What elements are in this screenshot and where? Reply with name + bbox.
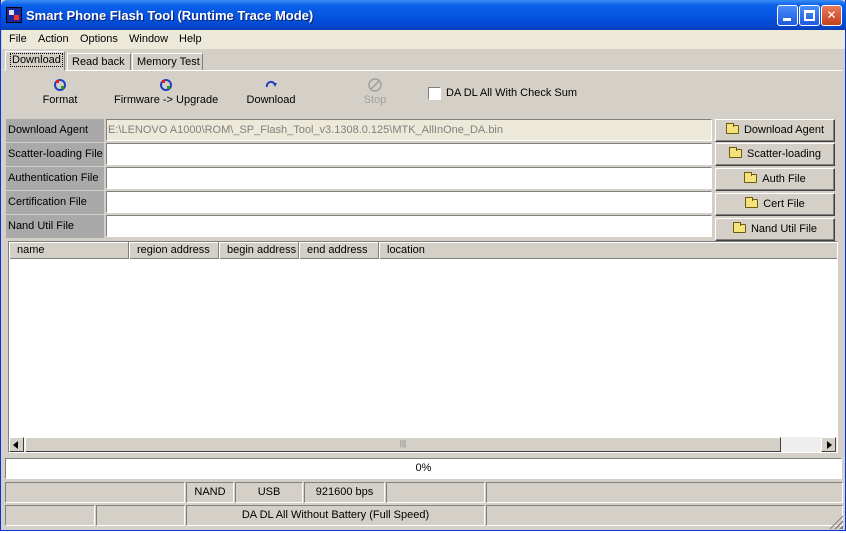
stop-label: Stop [363,94,387,106]
authentication-file-label: Authentication File [6,167,104,190]
nand-util-file-button[interactable]: Nand Util File [715,218,835,241]
folder-icon [744,172,758,183]
column-header-region-address[interactable]: region address [129,242,219,259]
authentication-file-field[interactable] [106,167,712,189]
scroll-right-icon[interactable] [821,437,836,452]
folder-icon [729,147,742,158]
nand-util-file-label: Nand Util File [6,215,104,238]
menu-window[interactable]: Window [129,33,168,45]
upgrade-icon [159,79,172,91]
status-connection: USB [235,482,303,503]
minimize-button[interactable] [777,5,798,26]
table-header: name region address begin address end ad… [9,242,837,259]
stop-icon [368,78,382,92]
nand-util-file-button-label: Nand Util File [750,223,818,235]
maximize-icon [804,10,815,21]
download-agent-field[interactable]: E:\LENOVO A1000\ROM\_SP_Flash_Tool_v3.13… [106,119,712,141]
download-agent-label: Download Agent [6,119,104,142]
status-cell-7 [5,505,95,526]
menu-bar: File Action Options Window Help [2,30,845,49]
main-window: Smart Phone Flash Tool (Runtime Trace Mo… [0,0,846,531]
window-title: Smart Phone Flash Tool (Runtime Trace Mo… [26,8,314,23]
resize-grip-icon[interactable] [829,515,843,529]
menu-options[interactable]: Options [80,33,118,45]
stop-button[interactable]: Stop [361,78,389,106]
format-icon [54,79,66,91]
status-cell-8 [96,505,185,526]
title-bar[interactable]: Smart Phone Flash Tool (Runtime Trace Mo… [1,0,846,30]
auth-file-button[interactable]: Auth File [715,168,835,191]
certification-file-label: Certification File [6,191,104,214]
folder-icon [732,222,746,233]
auth-file-button-label: Auth File [762,173,806,185]
download-label: Download [246,94,296,106]
menu-action[interactable]: Action [38,33,69,45]
status-cell-5 [386,482,485,503]
nand-util-file-field[interactable] [106,215,712,237]
column-header-name[interactable]: name [9,242,129,259]
upgrade-label: Firmware -> Upgrade [114,94,219,106]
tab-read-back[interactable]: Read back [67,53,131,71]
format-button[interactable]: Format [41,78,79,106]
app-icon [6,7,22,23]
status-baud-rate: 921600 bps [304,482,385,503]
close-icon: ✕ [826,8,837,22]
cert-file-button[interactable]: Cert File [715,193,835,216]
status-download-mode: DA DL All Without Battery (Full Speed) [186,505,485,526]
progress-bar: 0% [5,458,842,479]
maximize-button[interactable] [799,5,820,26]
menu-file[interactable]: File [9,33,27,45]
certification-file-field[interactable] [106,191,712,213]
folder-icon [725,123,739,134]
progress-text: 0% [415,462,432,474]
horizontal-scrollbar[interactable]: ||| [9,437,837,452]
tab-download[interactable]: Download [5,51,65,71]
download-agent-button-label: Download Agent [743,124,825,136]
column-header-begin-address[interactable]: begin address [219,242,299,259]
column-header-location[interactable]: location [379,242,837,259]
scatter-loading-button[interactable]: Scatter-loading [715,143,835,166]
format-label: Format [42,94,78,106]
firmware-upgrade-button[interactable]: Firmware -> Upgrade [114,78,219,106]
checksum-checkbox[interactable] [428,87,441,100]
download-button[interactable]: Download [244,78,298,106]
scatter-loading-button-label: Scatter-loading [747,148,821,160]
scatter-loading-label: Scatter-loading File [6,143,104,166]
tab-read-back-label: Read back [72,56,125,68]
tab-memory-test[interactable]: Memory Test [132,53,203,71]
tab-memory-test-label: Memory Test [137,56,200,68]
checksum-label: DA DL All With Check Sum [446,87,578,99]
status-storage: NAND [186,482,234,503]
minimize-icon [783,18,791,21]
status-cell-10 [486,505,843,526]
menu-help[interactable]: Help [179,33,202,45]
scroll-left-icon[interactable] [9,437,24,452]
tab-panel-border [4,70,842,71]
close-button[interactable]: ✕ [821,5,842,26]
column-header-end-address[interactable]: end address [299,242,379,259]
download-icon [265,80,277,88]
tab-download-label: Download [10,53,63,67]
status-cell-1 [5,482,185,503]
cert-file-button-label: Cert File [763,198,805,210]
partition-table[interactable]: name region address begin address end ad… [8,241,838,453]
status-cell-6 [486,482,843,503]
scatter-loading-field[interactable] [106,143,712,165]
folder-icon [745,197,759,208]
download-agent-button[interactable]: Download Agent [715,119,835,142]
scrollbar-thumb[interactable]: ||| [25,437,781,452]
